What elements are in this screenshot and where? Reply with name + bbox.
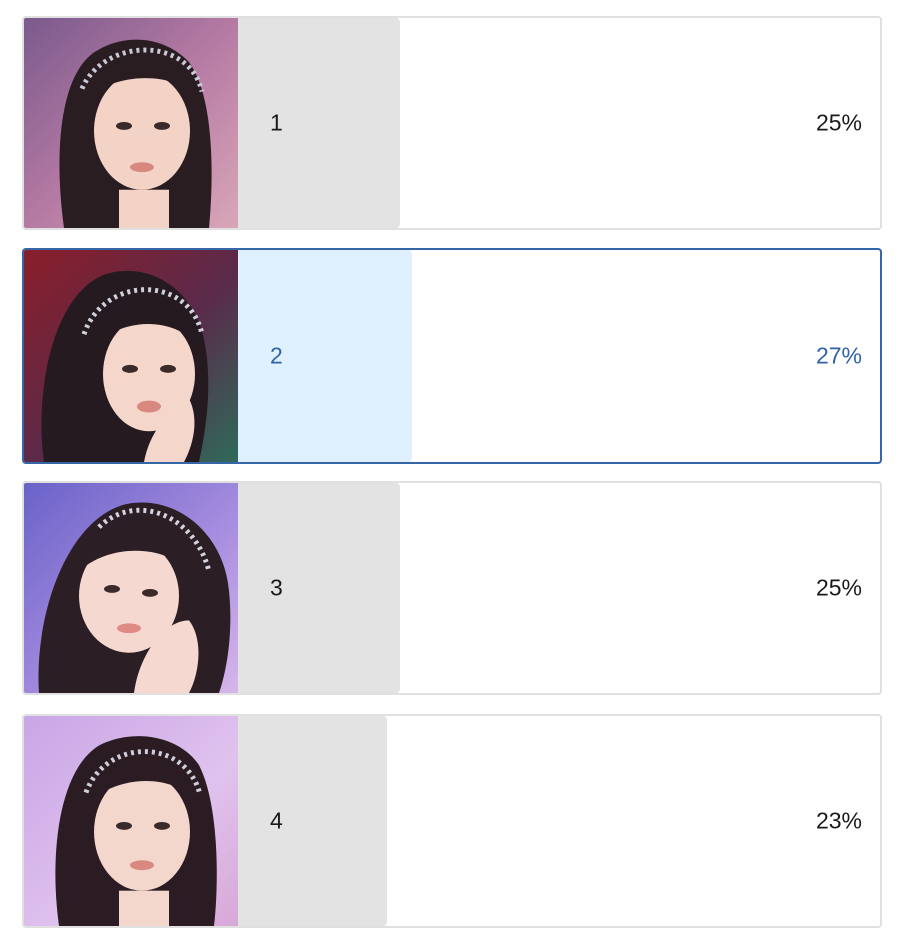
vote-share-bar <box>238 716 387 926</box>
option-photo <box>24 250 238 462</box>
poll-options-list: 1 25% 2 27% 3 25% 4 23% <box>0 0 904 948</box>
option-label: 2 <box>270 342 283 369</box>
vote-share-bar <box>238 18 400 228</box>
poll-option-1[interactable]: 1 25% <box>22 16 882 230</box>
poll-option-2[interactable]: 2 27% <box>22 248 882 464</box>
vote-share-bar <box>238 250 412 462</box>
option-photo <box>24 18 238 228</box>
option-label: 3 <box>270 574 283 601</box>
option-percentage: 23% <box>815 807 862 834</box>
option-photo <box>24 483 238 693</box>
poll-option-4[interactable]: 4 23% <box>22 714 882 928</box>
poll-option-3[interactable]: 3 25% <box>22 481 882 695</box>
option-photo <box>24 716 238 926</box>
vote-share-bar <box>238 483 400 693</box>
option-percentage: 25% <box>815 109 862 136</box>
option-percentage: 27% <box>815 342 862 369</box>
option-percentage: 25% <box>815 574 862 601</box>
option-label: 1 <box>270 109 283 136</box>
option-label: 4 <box>270 807 283 834</box>
